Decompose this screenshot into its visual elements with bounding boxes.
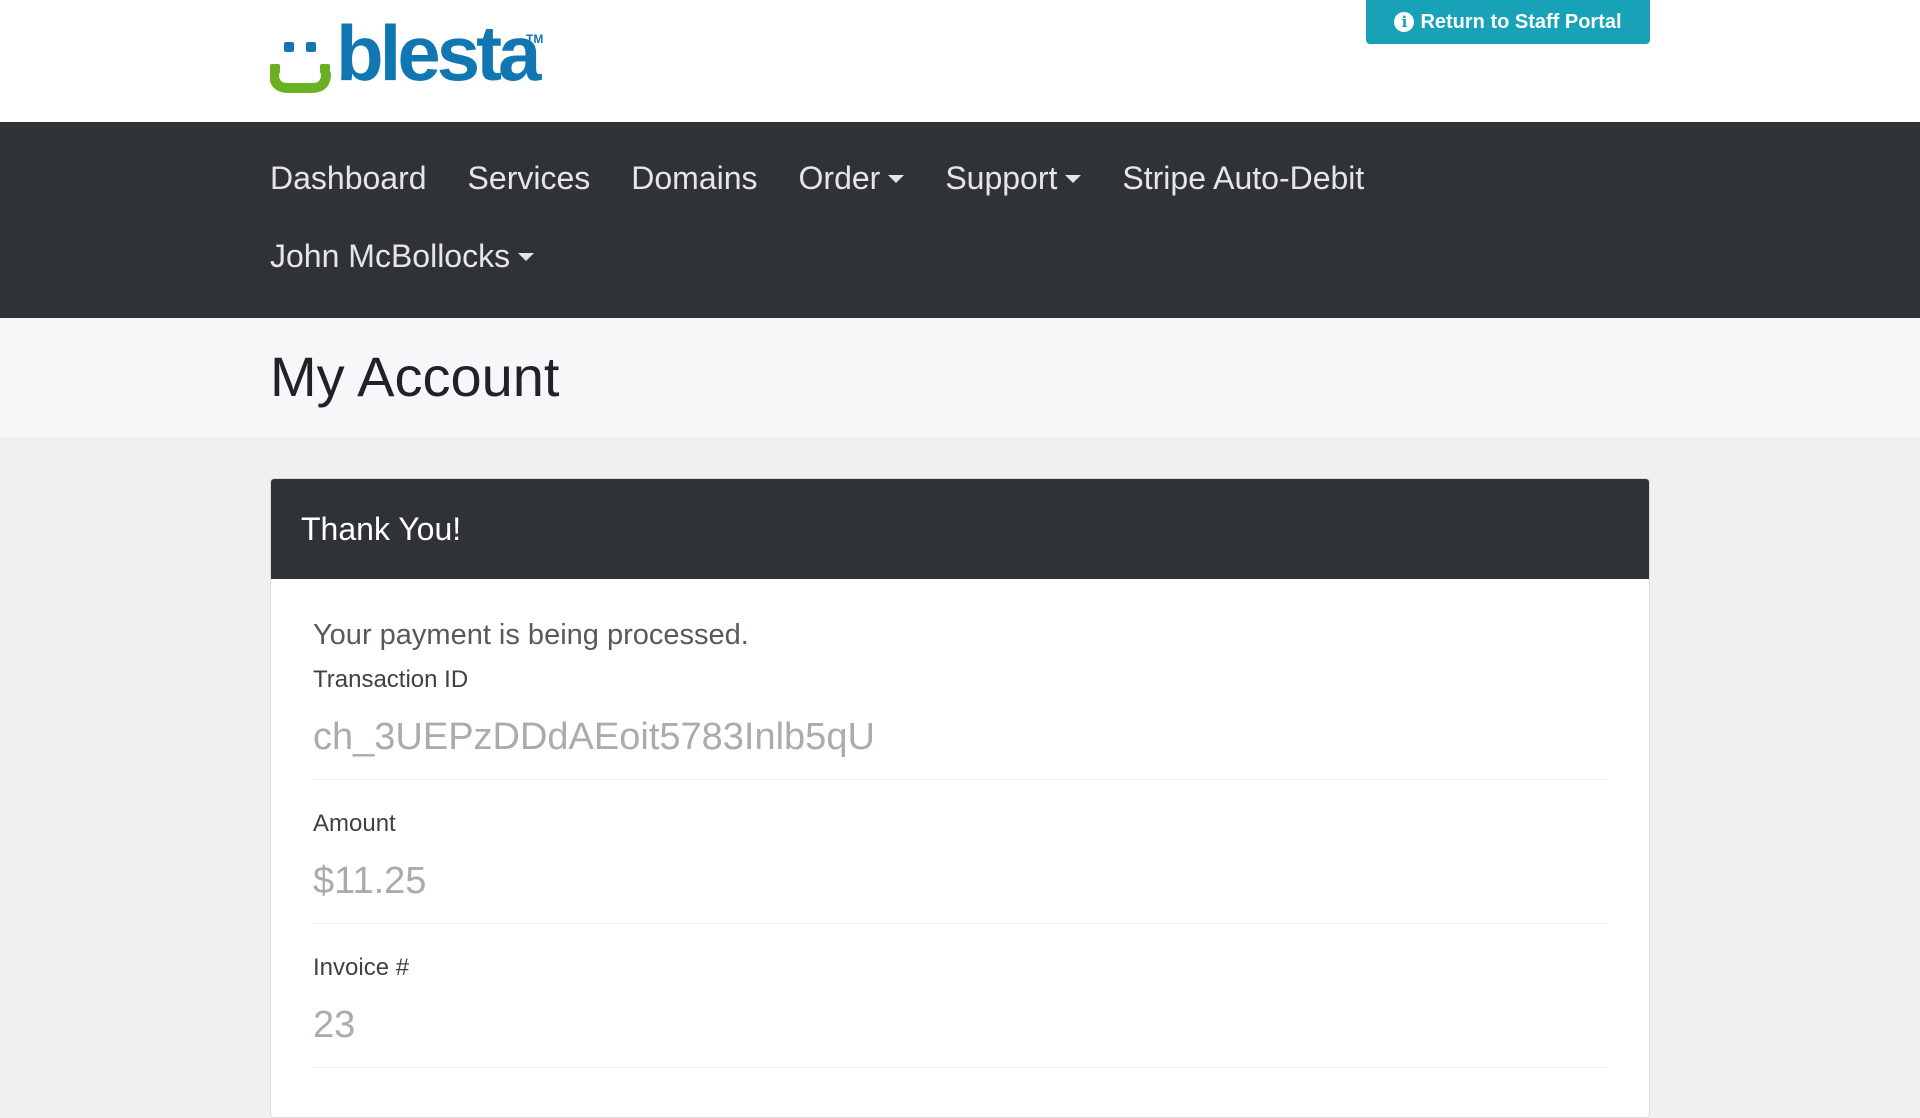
page-title-bar: My Account [0, 318, 1920, 438]
nav-item-label: Domains [631, 159, 758, 196]
nav-item-services[interactable]: Services [468, 160, 591, 197]
nav-item-stripe-auto-debit[interactable]: Stripe Auto-Debit [1122, 160, 1364, 197]
blesta-logo[interactable]: blesta TM [270, 14, 545, 96]
user-name-label: John McBollocks [270, 237, 511, 274]
field-label: Amount [313, 810, 396, 837]
payment-status-message: Your payment is being processed. [313, 619, 749, 651]
user-menu[interactable]: John McBollocks [270, 237, 535, 275]
smiley-logo-icon [270, 42, 331, 93]
logo-trademark: TM [526, 32, 544, 46]
thank-you-panel: Thank You! Your payment is being process… [270, 478, 1650, 1118]
field-label: Transaction ID [313, 666, 469, 693]
field-label: Invoice # [313, 954, 410, 981]
nav-item-order[interactable]: Order [799, 160, 905, 197]
site-header: blesta TM i Return to Staff Portal [0, 0, 1920, 122]
invoice-number-value: 23 [313, 1004, 356, 1046]
info-circle-icon: i [1394, 12, 1415, 32]
nav-item-label: Dashboard [270, 159, 427, 196]
nav-primary-row: Dashboard Services Domains Order Support… [270, 158, 1364, 198]
return-to-staff-portal-label: Return to Staff Portal [1420, 10, 1622, 33]
transaction-id-field: Transaction ID ch_3UEPzDDdAEoit5783Inlb5… [313, 666, 1607, 780]
nav-user-row: John McBollocks [270, 236, 535, 276]
nav-item-dashboard[interactable]: Dashboard [270, 160, 427, 197]
return-to-staff-portal-button[interactable]: i Return to Staff Portal [1366, 0, 1650, 44]
invoice-number-field: Invoice # 23 [313, 954, 1607, 1068]
nav-item-support[interactable]: Support [945, 159, 1082, 197]
nav-item-label: Order [798, 159, 881, 196]
transaction-id-value: ch_3UEPzDDdAEoit5783Inlb5qU [313, 716, 875, 758]
nav-item-label: Support [945, 159, 1058, 196]
page-title: My Account [270, 345, 560, 408]
panel-heading: Thank You! [271, 479, 1649, 579]
amount-field: Amount $11.25 [313, 810, 1607, 924]
nav-item-label: Services [467, 159, 591, 196]
nav-item-label: Stripe Auto-Debit [1122, 159, 1365, 196]
amount-value: $11.25 [313, 860, 427, 902]
caret-down-icon [1065, 175, 1082, 183]
caret-down-icon [888, 175, 905, 183]
logo-wordmark: blesta [336, 9, 541, 97]
caret-down-icon [518, 253, 535, 261]
nav-item-domains[interactable]: Domains [631, 160, 757, 197]
main-navbar: Dashboard Services Domains Order Support… [0, 122, 1920, 318]
panel-body: Your payment is being processed. Transac… [271, 579, 1649, 1068]
